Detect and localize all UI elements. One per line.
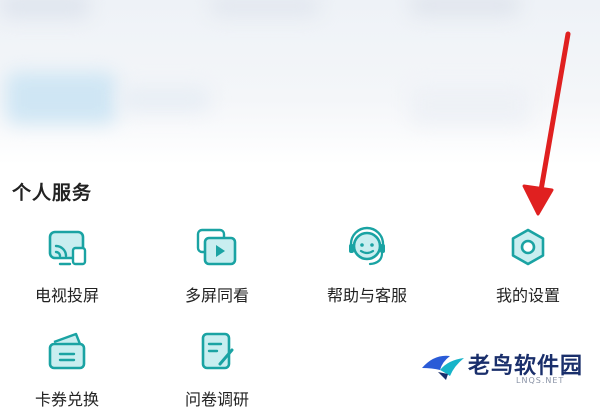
wallet-coupon-icon (42, 326, 92, 376)
section-title-personal-services: 个人服务 (12, 182, 93, 204)
survey-edit-icon (192, 326, 242, 376)
service-label: 卡券兑换 (34, 390, 99, 409)
service-label: 问卷调研 (184, 390, 249, 409)
watermark: 老鸟软件园 LNQS.NET (402, 340, 600, 392)
watermark-sub: LNQS.NET (516, 376, 565, 385)
service-label: 多屏同看 (184, 286, 249, 305)
service-label: 我的设置 (495, 286, 560, 305)
settings-hexagon-icon (503, 222, 553, 272)
service-survey[interactable]: 问卷调研 (157, 326, 277, 409)
service-label: 帮助与客服 (326, 286, 407, 305)
service-label: 电视投屏 (34, 286, 99, 305)
service-multi-screen[interactable]: 多屏同看 (157, 222, 277, 305)
service-help-support[interactable]: 帮助与客服 (307, 222, 427, 305)
multi-screen-icon (192, 222, 242, 272)
service-tv-cast[interactable]: 电视投屏 (7, 222, 127, 305)
blurred-header-area (0, 0, 600, 165)
service-coupon-redeem[interactable]: 卡券兑换 (7, 326, 127, 409)
bird-logo-icon (420, 348, 466, 382)
tv-cast-icon (42, 222, 92, 272)
customer-service-icon (342, 222, 392, 272)
service-my-settings[interactable]: 我的设置 (468, 222, 588, 305)
